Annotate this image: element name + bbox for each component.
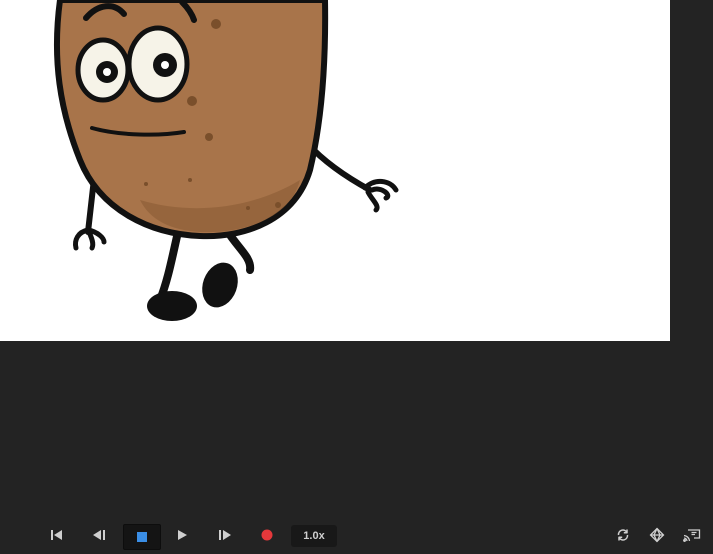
previous-frame-button[interactable] xyxy=(89,523,109,547)
onion-skin-button[interactable] xyxy=(647,523,667,547)
stop-icon xyxy=(137,532,147,542)
play-icon xyxy=(176,529,188,541)
playback-speed-button[interactable]: 1.0x xyxy=(291,525,337,547)
skip-to-start-icon xyxy=(50,529,64,541)
loop-button[interactable] xyxy=(613,523,633,547)
record-button[interactable] xyxy=(257,523,277,547)
animation-stage xyxy=(0,0,670,341)
playback-controls: 1.0x xyxy=(0,518,713,554)
playback-speed-label: 1.0x xyxy=(303,530,325,542)
next-frame-button[interactable] xyxy=(215,523,235,547)
first-frame-button[interactable] xyxy=(47,523,67,547)
loop-icon xyxy=(616,528,630,542)
step-forward-icon xyxy=(218,529,232,541)
stop-button[interactable] xyxy=(123,524,161,550)
potato-character-illustration xyxy=(53,0,399,321)
play-button[interactable] xyxy=(172,523,192,547)
onion-skin-icon xyxy=(649,527,665,543)
stage-margin xyxy=(670,0,713,341)
cast-button[interactable] xyxy=(681,523,703,547)
step-back-icon xyxy=(92,529,106,541)
cast-icon xyxy=(683,528,701,542)
record-icon xyxy=(261,529,273,541)
